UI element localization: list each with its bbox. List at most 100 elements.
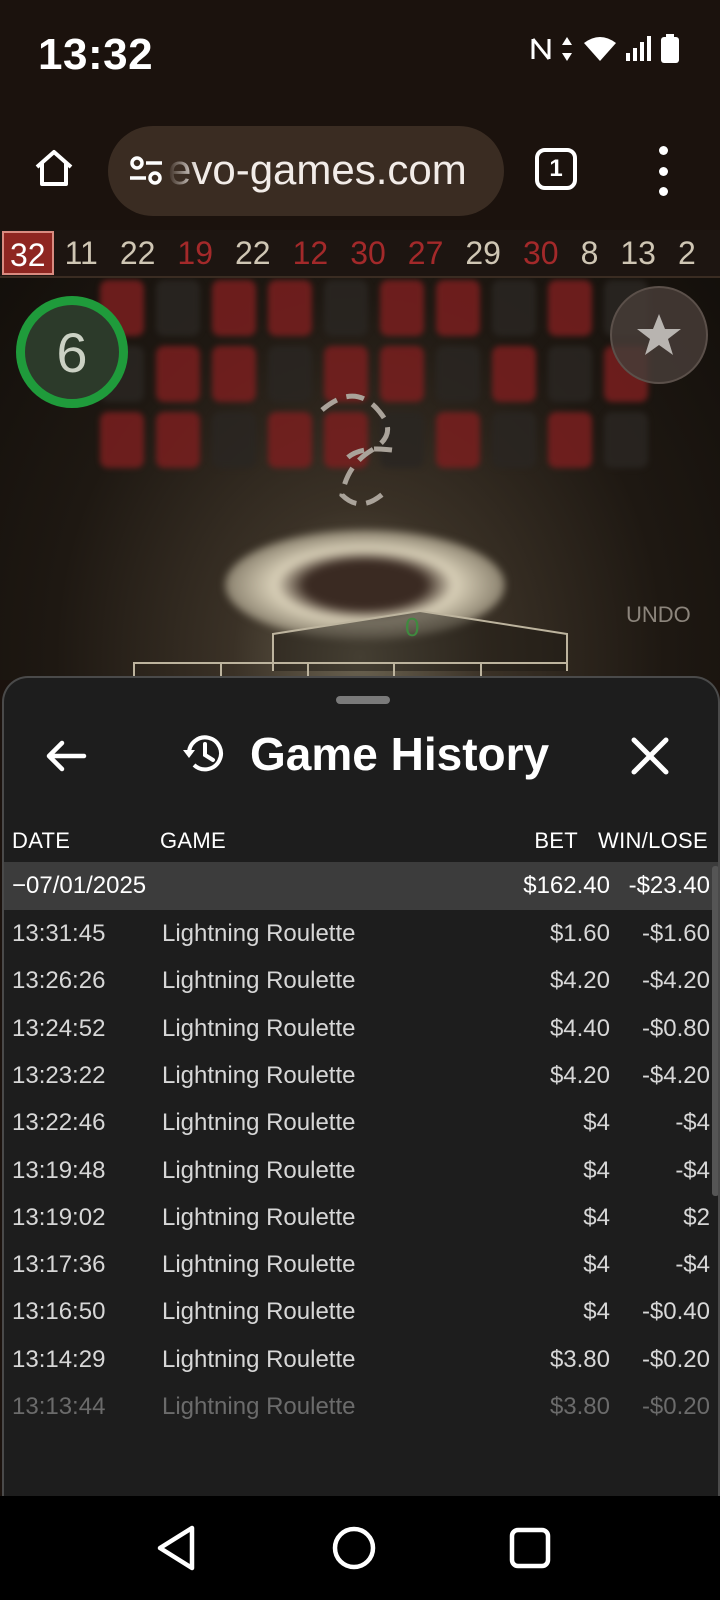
close-button[interactable] (622, 728, 678, 784)
zero-label: 0 (405, 612, 420, 642)
date-group-win-lose: -$23.40 (628, 872, 710, 899)
result-number: 30 (522, 234, 559, 271)
history-row-time: 13:31:45 (12, 920, 106, 947)
board-cell (436, 280, 480, 336)
board-cell (212, 412, 256, 468)
board-cell (548, 412, 592, 468)
history-row-win-lose: -$1.60 (641, 920, 710, 947)
column-header-date: DATE (12, 828, 71, 853)
board-cell (268, 412, 312, 468)
board-cell (492, 346, 536, 402)
result-number: 19 (177, 234, 213, 271)
history-row-bet: $4.40 (549, 1014, 610, 1042)
history-row-time: 13:14:29 (12, 1345, 106, 1373)
history-row[interactable]: 13:24:52 Lightning Roulette $4.40 -$0.80 (4, 1005, 718, 1052)
back-button[interactable] (42, 732, 90, 780)
history-row-bet: $4 (583, 1251, 610, 1279)
history-row-win-lose: -$4.20 (641, 1061, 710, 1089)
undo-button[interactable]: UNDO (626, 602, 691, 628)
board-cell (156, 412, 200, 468)
signal-icon (626, 36, 651, 61)
history-row-win-lose: -$4 (675, 1251, 710, 1279)
date-group-row[interactable]: −07/01/2025 $162.40 -$23.40 (4, 862, 718, 910)
result-number: 27 (407, 234, 444, 271)
history-row-bet: $3.80 (549, 1393, 610, 1420)
status-time: 13:32 (38, 30, 154, 79)
board-cell (492, 280, 536, 336)
browser-menu-button[interactable] (648, 146, 678, 196)
history-row-game: Lightning Roulette (162, 1014, 356, 1042)
favorites-button[interactable] (610, 286, 708, 384)
history-row-bet: $4 (583, 1298, 610, 1326)
history-row-game: Lightning Roulette (162, 1393, 356, 1420)
board-cell (268, 280, 312, 336)
game-area: 32 11 22 19 22 12 30 27 29 30 8 13 2 6 UNDO 0 (0, 230, 720, 680)
result-number: 8 (580, 234, 599, 271)
history-row-time: 13:19:48 (12, 1156, 106, 1184)
star-icon (637, 314, 681, 355)
board-cell (156, 346, 200, 402)
history-row-bet: $3.80 (549, 1345, 610, 1373)
history-row-game: Lightning Roulette (162, 920, 356, 947)
history-row[interactable]: 13:14:29 Lightning Roulette $3.80 -$0.20 (4, 1336, 718, 1383)
loading-icon (320, 393, 393, 507)
board-cell (604, 412, 648, 468)
countdown-timer: 6 (16, 296, 128, 408)
history-row[interactable]: 13:17:36 Lightning Roulette $4 -$4 (4, 1241, 718, 1288)
data-arrows-icon (562, 37, 572, 61)
nav-back-button[interactable] (148, 1520, 204, 1576)
menu-dot (658, 187, 668, 196)
column-header-game: GAME (160, 828, 226, 853)
battery-icon (661, 34, 679, 63)
history-row-win-lose: -$0.40 (641, 1298, 710, 1326)
wifi-icon (584, 37, 616, 61)
history-row[interactable]: 13:19:02 Lightning Roulette $4 $2 (4, 1194, 718, 1241)
history-row-time: 13:26:26 (12, 967, 106, 995)
board-cell (548, 346, 592, 402)
home-button[interactable] (28, 142, 80, 194)
history-row-time: 13:19:02 (12, 1203, 106, 1231)
history-row[interactable]: 13:23:22 Lightning Roulette $4.20 -$4.20 (4, 1052, 718, 1099)
history-row-win-lose: -$4 (675, 1109, 710, 1137)
url-text: evo-games.com (168, 146, 467, 193)
history-row-win-lose: -$4 (675, 1156, 710, 1184)
history-row-game: Lightning Roulette (162, 1203, 356, 1231)
sheet-header: Game History (180, 722, 549, 786)
board-cell (268, 346, 312, 402)
drag-handle[interactable] (336, 696, 390, 704)
history-icon (183, 735, 223, 772)
result-number: 22 (119, 234, 156, 271)
nav-home-button[interactable] (326, 1520, 382, 1576)
nfc-icon (531, 38, 551, 60)
history-row[interactable]: 13:31:45 Lightning Roulette $1.60 -$1.60 (4, 910, 718, 957)
history-row[interactable]: 13:22:46 Lightning Roulette $4 -$4 (4, 1099, 718, 1146)
history-row-game: Lightning Roulette (162, 1156, 356, 1184)
recent-results-strip: 32 11 22 19 22 12 30 27 29 30 8 13 2 (0, 230, 720, 278)
history-row[interactable]: 13:26:26 Lightning Roulette $4.20 -$4.20 (4, 957, 718, 1004)
status-icons (530, 34, 680, 64)
history-row[interactable]: 13:16:50 Lightning Roulette $4 -$0.40 (4, 1288, 718, 1335)
triangle-back-icon (157, 1525, 195, 1571)
tab-switcher-button[interactable]: 1 (535, 148, 577, 190)
history-row-win-lose: -$0.20 (641, 1393, 710, 1420)
home-icon (35, 150, 73, 186)
history-row-game: Lightning Roulette (162, 1251, 356, 1279)
column-header-win-lose: WIN/LOSE (598, 828, 708, 853)
history-row[interactable]: 13:13:44 Lightning Roulette $3.80 -$0.20 (4, 1383, 718, 1430)
board-cell (492, 412, 536, 468)
nav-recents-button[interactable] (502, 1520, 558, 1576)
board-cell (436, 412, 480, 468)
history-row-win-lose: -$0.20 (641, 1345, 710, 1373)
history-row-game: Lightning Roulette (162, 967, 356, 995)
history-row[interactable]: 13:19:48 Lightning Roulette $4 -$4 (4, 1147, 718, 1194)
history-row-bet: $1.60 (549, 920, 610, 947)
result-number: 30 (350, 234, 386, 271)
scrollbar[interactable] (712, 866, 718, 1196)
result-number: 11 (64, 234, 98, 271)
date-group-bet: $162.40 (523, 872, 610, 899)
system-nav-bar (0, 1496, 720, 1600)
site-settings-icon[interactable] (126, 151, 166, 191)
history-row-time: 13:23:22 (12, 1061, 106, 1089)
address-bar[interactable]: evo-games.com (108, 126, 504, 216)
history-row-bet: $4 (583, 1109, 610, 1137)
